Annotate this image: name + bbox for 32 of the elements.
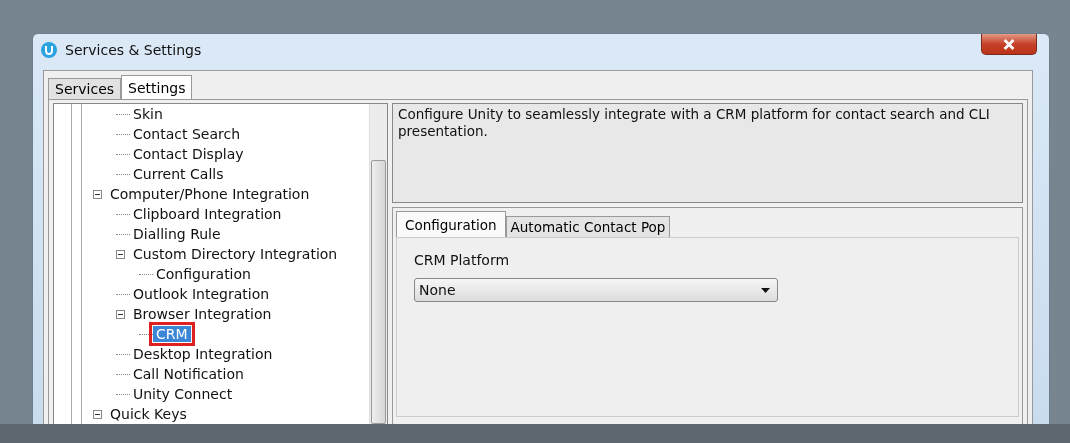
window-title: Services & Settings	[65, 42, 202, 58]
collapse-toggle-icon[interactable]	[116, 309, 125, 319]
tree-item[interactable]: Current Calls	[130, 166, 227, 182]
tab[interactable]: Settings	[121, 75, 193, 99]
tab[interactable]: Services	[48, 78, 122, 99]
tree-item[interactable]: Browser Integration	[130, 306, 275, 322]
collapse-toggle-icon[interactable]	[93, 189, 102, 199]
collapse-toggle-icon[interactable]	[93, 409, 102, 419]
tree-item[interactable]: Quick Keys	[107, 406, 190, 422]
dropdown-caret-icon	[761, 287, 770, 293]
field-label: CRM Platform	[414, 252, 511, 268]
tree-item[interactable]: Clipboard Integration	[130, 206, 285, 222]
tab[interactable]: Automatic Contact Pop	[505, 216, 671, 237]
crm-platform-dropdown[interactable]: None	[414, 278, 778, 302]
description-text: Configure Unity to seamlessly integrate with a CRM platform for contact search and CLI presentation.	[392, 103, 1023, 203]
tree-item[interactable]: Contact Search	[130, 126, 244, 142]
tree-item[interactable]: Call Notification	[130, 366, 247, 382]
scrollbar[interactable]	[369, 104, 387, 424]
tree-item[interactable]: Unity Connect	[130, 386, 236, 402]
tree-item[interactable]: Custom Directory Integration	[130, 246, 341, 262]
tab[interactable]: Configuration	[396, 211, 506, 237]
tree-item[interactable]: Outlook Integration	[130, 286, 273, 302]
tree-item[interactable]: Configuration	[153, 266, 254, 282]
app-logo-icon	[41, 42, 57, 58]
tree-item[interactable]: Dialling Rule	[130, 226, 224, 242]
tree-item[interactable]: Skin	[130, 106, 166, 122]
tree-item[interactable]: Computer/Phone Integration	[107, 186, 313, 202]
close-icon	[1002, 38, 1016, 50]
tree-item[interactable]: Contact Display	[130, 146, 247, 162]
close-button[interactable]	[981, 34, 1037, 55]
tree-item[interactable]: Desktop Integration	[130, 346, 276, 362]
collapse-toggle-icon[interactable]	[116, 249, 125, 259]
